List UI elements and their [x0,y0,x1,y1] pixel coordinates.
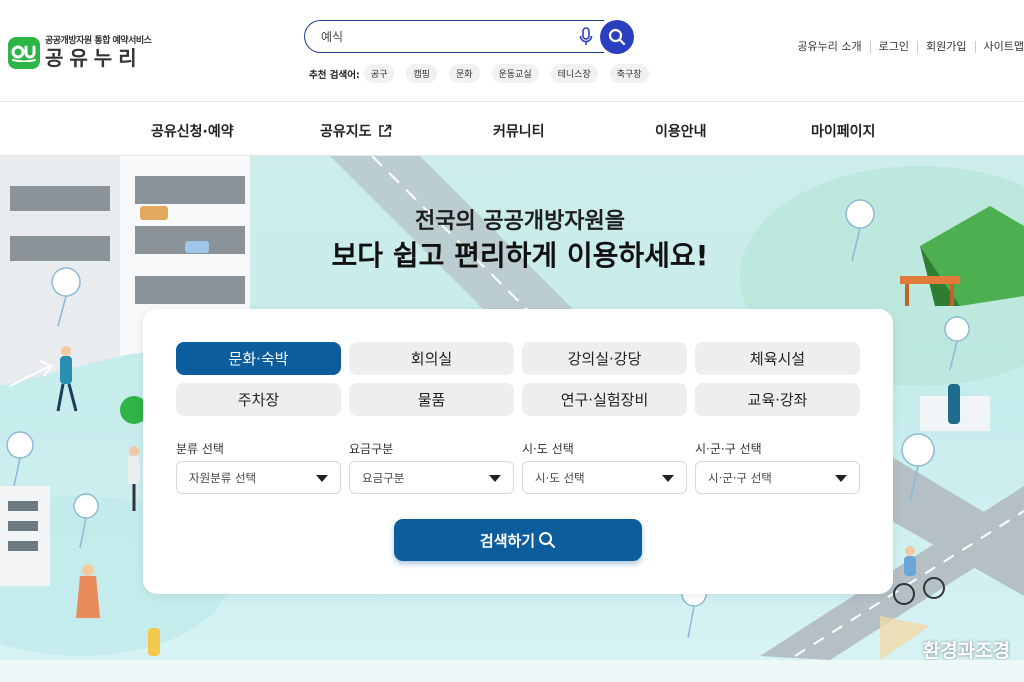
keyword-chip[interactable]: 운동교실 [491,64,539,83]
keyword-chip[interactable]: 문화 [448,64,480,83]
filter-label-province: 시·도 선택 [522,442,574,456]
province-select[interactable]: 시·도 선택 [522,461,687,494]
microphone-icon[interactable] [578,27,594,47]
category-culture-lodging[interactable]: 문화·숙박 [176,342,341,375]
select-value: 자원분류 선택 [189,470,257,485]
hero-title-line2: 보다 쉽고 편리하게 이용하세요! [331,239,709,272]
nav-label: 커뮤니티 [493,124,545,140]
logo-mark-icon [8,36,40,69]
recommended-keywords: 추천 검색어: 공구 캠핑 문화 운동교실 테니스장 축구장 [309,64,661,83]
select-value: 시·도 선택 [535,470,585,485]
main-nav: 공유신청·예약 공유지도 커뮤니티 이용안내 마이페이지 [0,102,1024,156]
keyword-chip[interactable]: 축구장 [609,64,649,83]
utility-menu: 공유누리 소개 로그인 회원가입 사이트맵 [789,41,1024,53]
nav-label: 공유지도 [320,124,372,140]
search-icon [539,532,556,548]
dropdown-arrow-icon [489,475,501,482]
filter-label-category: 분류 선택 [176,442,224,456]
select-value: 요금구분 [362,470,405,485]
keyword-chip[interactable]: 공구 [363,64,395,83]
dropdown-arrow-icon [316,475,328,482]
category-sports-facility[interactable]: 체육시설 [695,342,860,375]
external-link-icon [378,124,391,137]
nav-item-map[interactable]: 공유지도 [320,121,392,141]
site-logo[interactable]: 공공개방자원 통합 예약서비스 공유누리 [8,36,152,70]
category-meeting-room[interactable]: 회의실 [349,342,514,375]
category-goods[interactable]: 물품 [349,383,514,416]
nav-item-community[interactable]: 커뮤니티 [493,121,545,141]
fee-select[interactable]: 요금구분 [349,461,514,494]
keyword-chip[interactable]: 테니스장 [550,64,598,83]
nav-label: 이용안내 [655,124,707,140]
category-lecture-hall[interactable]: 강의실·강당 [522,342,687,375]
filter-label-district: 시·군·구 선택 [695,442,762,456]
site-header: 공공개방자원 통합 예약서비스 공유누리 추천 검색어: 공구 캠핑 문화 운동… [0,0,1024,102]
dropdown-arrow-icon [835,475,847,482]
category-education[interactable]: 교육·강좌 [695,383,860,416]
recommend-label: 추천 검색어: [309,69,360,81]
sitemap-link[interactable]: 사이트맵 [976,41,1024,53]
nav-item-mypage[interactable]: 마이페이지 [811,121,875,141]
search-button[interactable] [600,20,634,54]
page-bottom-strip [0,660,1024,682]
keyword-chip[interactable]: 캠핑 [406,64,437,83]
category-parking[interactable]: 주차장 [176,383,341,416]
logo-name: 공유누리 [45,46,143,70]
filter-label-fee: 요금구분 [349,442,394,456]
search-submit-label: 검색하기 [479,531,536,550]
search-icon [608,28,626,46]
nav-label: 공유신청·예약 [151,124,234,140]
hero-section: 전국의 공공개방자원을 보다 쉽고 편리하게 이용하세요! 문화·숙박 회의실 … [0,156,1024,660]
search-submit-button[interactable]: 검색하기 [394,519,642,561]
search-input[interactable] [304,20,604,53]
search-bar [304,20,634,54]
category-research-equipment[interactable]: 연구·실험장비 [522,383,687,416]
district-select[interactable]: 시·군·구 선택 [695,461,860,494]
nav-item-reservation[interactable]: 공유신청·예약 [151,121,234,141]
select-value: 시·군·구 선택 [708,470,772,485]
nav-item-guide[interactable]: 이용안내 [655,121,707,141]
nav-label: 마이페이지 [811,124,876,140]
category-select[interactable]: 자원분류 선택 [176,461,341,494]
about-link[interactable]: 공유누리 소개 [789,41,871,53]
watermark: 환경과조경 [922,640,1010,660]
login-link[interactable]: 로그인 [871,41,919,53]
hero-title-line1: 전국의 공공개방자원을 [414,209,626,234]
signup-link[interactable]: 회원가입 [918,41,976,53]
search-panel: 문화·숙박 회의실 강의실·강당 체육시설 주차장 물품 연구·실험장비 교육·… [143,309,893,594]
dropdown-arrow-icon [662,475,674,482]
